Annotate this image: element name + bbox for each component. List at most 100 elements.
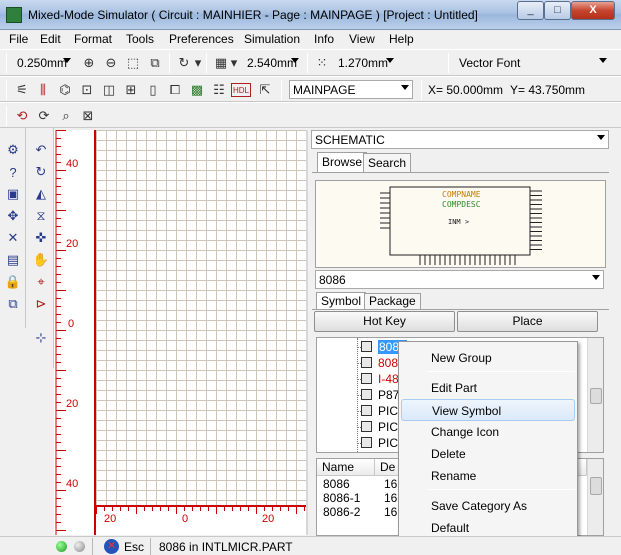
place-part-icon[interactable]: ⚙ [3, 140, 23, 160]
menu-tools[interactable]: Tools [126, 32, 154, 46]
maximize-button[interactable]: □ [544, 1, 571, 20]
schematic-canvas[interactable] [96, 130, 306, 505]
context-item-rename[interactable]: Rename [401, 465, 575, 487]
rotate-icon[interactable]: ↻ [31, 162, 51, 182]
group-icon[interactable]: ⧉ [3, 294, 23, 314]
lock-icon[interactable]: 🔒 [3, 272, 23, 292]
list-cell-desc[interactable]: 16 [384, 477, 397, 491]
probe-icon[interactable]: ⌖ [31, 272, 51, 292]
list-cell-name[interactable]: 8086 [323, 477, 350, 491]
inspect-icon[interactable]: ⊠ [78, 106, 98, 126]
context-item-view-symbol[interactable]: View Symbol [401, 399, 575, 421]
toolbar-separator [206, 53, 207, 73]
grid-size-select[interactable]: 2.540mm [243, 53, 303, 72]
gray-led-icon [74, 541, 85, 552]
tab-symbol[interactable]: Symbol [316, 292, 367, 309]
page-icon[interactable]: ▯ [143, 80, 163, 100]
place-button[interactable]: Place [457, 311, 598, 332]
part-value-field[interactable]: 8086 [315, 270, 604, 289]
menu-help[interactable]: Help [389, 32, 414, 46]
close-button[interactable]: X [571, 1, 615, 20]
list-cell-desc[interactable]: 16 [384, 505, 397, 519]
vertical-toolbar-left: ⚙ ? ▣ ✥ ✕ ▤ 🔒 ⧉ [0, 128, 26, 328]
toolbar-separator [169, 53, 170, 73]
coordinate-y: Y= 43.750mm [510, 83, 586, 97]
zoom-fit-icon[interactable]: ⧉ [145, 53, 165, 73]
delete-icon[interactable]: ✕ [3, 228, 23, 248]
grid-icon[interactable]: ▦ [211, 53, 231, 73]
hierarchy-icon[interactable]: ⊹ [31, 328, 51, 348]
menu-simulation[interactable]: Simulation [244, 32, 300, 46]
toolbar-separator [448, 53, 449, 73]
copy-page-icon[interactable]: ⧠ [165, 80, 185, 100]
properties-icon[interactable]: ▤ [3, 250, 23, 270]
context-item-new-group[interactable]: New Group [401, 347, 575, 369]
menu-view[interactable]: View [349, 32, 375, 46]
port-icon[interactable]: ◫ [99, 80, 119, 100]
toolbar-edit: ⟲ ⟳ ⌕ ⊠ [0, 102, 621, 128]
tab-package[interactable]: Package [364, 293, 421, 309]
refresh-icon[interactable]: ↻ [174, 53, 194, 73]
bus-icon[interactable]: ⫼ [33, 80, 53, 100]
menu-info[interactable]: Info [314, 32, 334, 46]
save-icon[interactable]: ▣ [3, 184, 23, 204]
menu-preferences[interactable]: Preferences [169, 32, 234, 46]
zoom-out-icon[interactable]: ⊖ [101, 53, 121, 73]
context-item-change-icon[interactable]: Change Icon [401, 421, 575, 443]
pan-icon[interactable]: ✋ [31, 250, 51, 270]
snap-size-select[interactable]: 1.270mm [334, 53, 398, 72]
hruler-label: 0 [182, 513, 189, 525]
route-icon[interactable]: ⟲ [12, 106, 32, 126]
find-icon[interactable]: ⌕ [56, 106, 76, 126]
simulate-icon[interactable]: ▩ [187, 80, 207, 100]
line-width-select[interactable]: 0.250mm [13, 53, 75, 72]
preview-compname: COMPNAME [442, 190, 481, 199]
list-cell-name[interactable]: 8086-2 [323, 505, 360, 519]
align-icon[interactable]: ✜ [31, 228, 51, 248]
zoom-area-icon[interactable]: ⬚ [123, 53, 143, 73]
canvas-splitter[interactable] [306, 130, 308, 535]
tab-search[interactable]: Search [363, 153, 412, 173]
menu-edit[interactable]: Edit [40, 32, 61, 46]
tree-scrollbar[interactable] [587, 338, 603, 452]
hot-key-button[interactable]: Hot Key [314, 311, 455, 332]
zoom-in-icon[interactable]: ⊕ [79, 53, 99, 73]
refresh-dropdown-icon[interactable]: ▾ [193, 53, 203, 73]
export-icon[interactable]: ⇱ [255, 80, 275, 100]
minimize-button[interactable]: _ [517, 1, 544, 20]
list-scrollbar[interactable] [587, 459, 603, 535]
help-cursor-icon[interactable]: ? [3, 162, 23, 182]
connect-icon[interactable]: ⟳ [34, 106, 54, 126]
junction-icon[interactable]: ⊞ [121, 80, 141, 100]
snap-grid-icon[interactable]: ⁙ [312, 53, 332, 73]
font-select[interactable]: Vector Font [455, 53, 611, 72]
wire-icon[interactable]: ⚟ [12, 80, 32, 100]
page-select[interactable]: MAINPAGE [289, 80, 413, 99]
marker-icon[interactable]: ⊳ [31, 294, 51, 314]
line-width-value: 0.250mm [17, 56, 68, 70]
list-cell-name[interactable]: 8086-1 [323, 491, 360, 505]
context-item-edit-part[interactable]: Edit Part [401, 377, 575, 399]
mirror-horizontal-icon[interactable]: ◭ [31, 184, 51, 204]
undo-icon[interactable]: ↶ [31, 140, 51, 160]
vertical-toolbar-right: ↶ ↻ ◭ ⧖ ✜ ✋ ⌖ ⊳ ⊹ [28, 128, 54, 368]
move-icon[interactable]: ✥ [3, 206, 23, 226]
list-header-name[interactable]: Name [317, 459, 375, 476]
menu-file[interactable]: File [9, 32, 28, 46]
mode-select[interactable]: SCHEMATIC [311, 130, 609, 149]
label-icon[interactable]: ⊡ [77, 80, 97, 100]
grid-dropdown-icon[interactable]: ▾ [229, 53, 239, 73]
cancel-icon[interactable]: ✕ [104, 539, 119, 554]
component-icon[interactable]: ⌬ [55, 80, 75, 100]
menu-format[interactable]: Format [74, 32, 112, 46]
hdl-icon[interactable]: HDL [231, 83, 251, 97]
list-cell-desc[interactable]: 16 [384, 491, 397, 505]
mirror-vertical-icon[interactable]: ⧖ [31, 206, 51, 226]
tab-browse[interactable]: Browse [317, 152, 368, 172]
menu-bar: File Edit Format Tools Preferences Simul… [0, 30, 621, 49]
context-item-delete[interactable]: Delete [401, 443, 575, 465]
list-scroll-thumb[interactable] [590, 477, 602, 495]
context-item-save-category[interactable]: Save Category As [401, 495, 575, 517]
netlist-icon[interactable]: ☷ [209, 80, 229, 100]
tree-scroll-thumb[interactable] [590, 388, 602, 404]
